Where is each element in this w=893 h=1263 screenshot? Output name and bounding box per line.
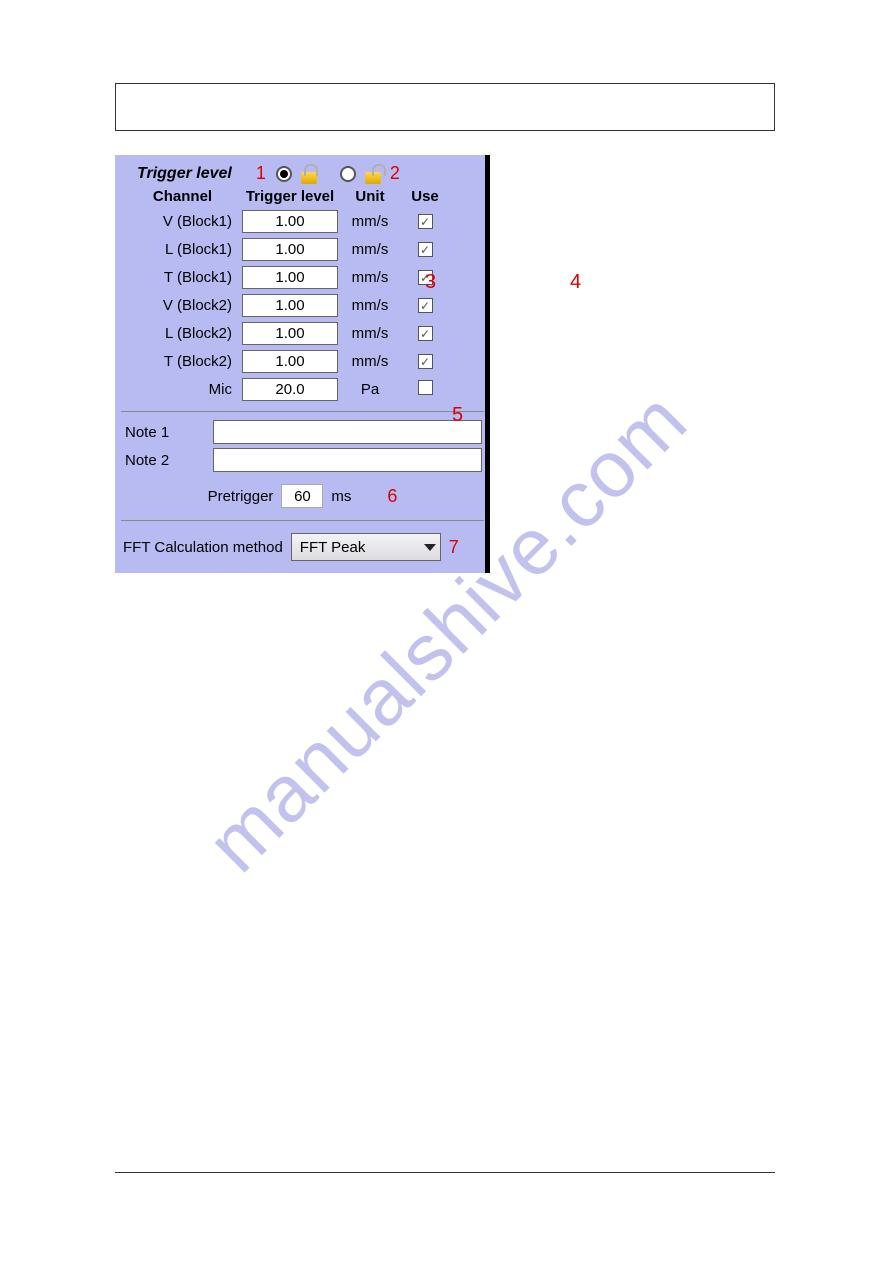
page-header-frame bbox=[115, 83, 775, 131]
use-checkbox[interactable] bbox=[418, 354, 433, 369]
page-footer-line bbox=[115, 1172, 775, 1173]
header-unit: Unit bbox=[340, 188, 400, 205]
channel-unit: mm/s bbox=[340, 325, 400, 342]
channel-row: T (Block1) mm/s bbox=[115, 263, 490, 291]
channel-row: V (Block2) mm/s bbox=[115, 291, 490, 319]
divider-1 bbox=[121, 411, 484, 412]
fft-label: FFT Calculation method bbox=[123, 539, 283, 556]
annotation-2: 2 bbox=[390, 163, 400, 184]
channel-unit: mm/s bbox=[340, 241, 400, 258]
note-2-input[interactable] bbox=[213, 448, 482, 472]
divider-2 bbox=[121, 520, 484, 521]
channel-label: Mic bbox=[125, 381, 240, 398]
trigger-level-input[interactable] bbox=[242, 322, 338, 345]
trigger-level-input[interactable] bbox=[242, 238, 338, 261]
panel-title-row: Trigger level 1 2 bbox=[115, 163, 490, 188]
note-1-row: Note 1 bbox=[115, 418, 490, 446]
channel-label: L (Block1) bbox=[125, 241, 240, 258]
annotation-4: 4 bbox=[570, 271, 581, 294]
trigger-level-input[interactable] bbox=[242, 350, 338, 373]
channel-unit: mm/s bbox=[340, 297, 400, 314]
header-channel: Channel bbox=[125, 188, 240, 205]
channel-label: T (Block1) bbox=[125, 269, 240, 286]
use-checkbox[interactable] bbox=[418, 242, 433, 257]
note-2-row: Note 2 bbox=[115, 446, 490, 474]
chevron-down-icon bbox=[424, 544, 436, 551]
lock-radio-2[interactable] bbox=[340, 166, 356, 182]
channel-row: V (Block1) mm/s bbox=[115, 207, 490, 235]
use-checkbox[interactable] bbox=[418, 298, 433, 313]
lock-icon-open bbox=[364, 164, 382, 184]
fft-row: FFT Calculation method FFT Peak 7 bbox=[115, 527, 490, 563]
annotation-6: 6 bbox=[387, 486, 397, 507]
channel-row: Mic Pa bbox=[115, 375, 490, 403]
lock-radio-1[interactable] bbox=[276, 166, 292, 182]
channel-label: V (Block2) bbox=[125, 297, 240, 314]
use-checkbox[interactable] bbox=[418, 270, 433, 285]
channel-unit: mm/s bbox=[340, 269, 400, 286]
note-1-input[interactable] bbox=[213, 420, 482, 444]
fft-select-value: FFT Peak bbox=[300, 539, 366, 556]
channel-label: T (Block2) bbox=[125, 353, 240, 370]
channel-label: L (Block2) bbox=[125, 325, 240, 342]
annotation-1: 1 bbox=[256, 163, 266, 184]
panel-title: Trigger level bbox=[137, 165, 232, 183]
pretrigger-input[interactable] bbox=[281, 484, 323, 508]
trigger-level-input[interactable] bbox=[242, 294, 338, 317]
channel-unit: mm/s bbox=[340, 213, 400, 230]
use-checkbox[interactable] bbox=[418, 326, 433, 341]
annotation-7: 7 bbox=[449, 537, 459, 558]
channel-row: L (Block1) mm/s bbox=[115, 235, 490, 263]
channel-row: L (Block2) mm/s bbox=[115, 319, 490, 347]
fft-select[interactable]: FFT Peak bbox=[291, 533, 441, 561]
note-2-label: Note 2 bbox=[123, 452, 213, 469]
channel-row: T (Block2) mm/s bbox=[115, 347, 490, 375]
pretrigger-row: Pretrigger ms 6 bbox=[115, 474, 490, 512]
trigger-level-input[interactable] bbox=[242, 210, 338, 233]
pretrigger-unit: ms bbox=[331, 488, 351, 505]
trigger-level-panel: Trigger level 1 2 Channel Trigger level … bbox=[115, 155, 490, 573]
lock-icon-closed bbox=[300, 164, 318, 184]
use-checkbox[interactable] bbox=[418, 214, 433, 229]
panel-right-border bbox=[485, 155, 490, 573]
channel-unit: Pa bbox=[340, 381, 400, 398]
channel-unit: mm/s bbox=[340, 353, 400, 370]
header-trigger: Trigger level bbox=[240, 188, 340, 205]
trigger-level-input[interactable] bbox=[242, 378, 338, 401]
note-1-label: Note 1 bbox=[123, 424, 213, 441]
channel-label: V (Block1) bbox=[125, 213, 240, 230]
pretrigger-label: Pretrigger bbox=[208, 488, 274, 505]
use-checkbox[interactable] bbox=[418, 380, 433, 395]
column-headers: Channel Trigger level Unit Use bbox=[115, 188, 490, 207]
header-use: Use bbox=[400, 188, 450, 205]
trigger-level-input[interactable] bbox=[242, 266, 338, 289]
